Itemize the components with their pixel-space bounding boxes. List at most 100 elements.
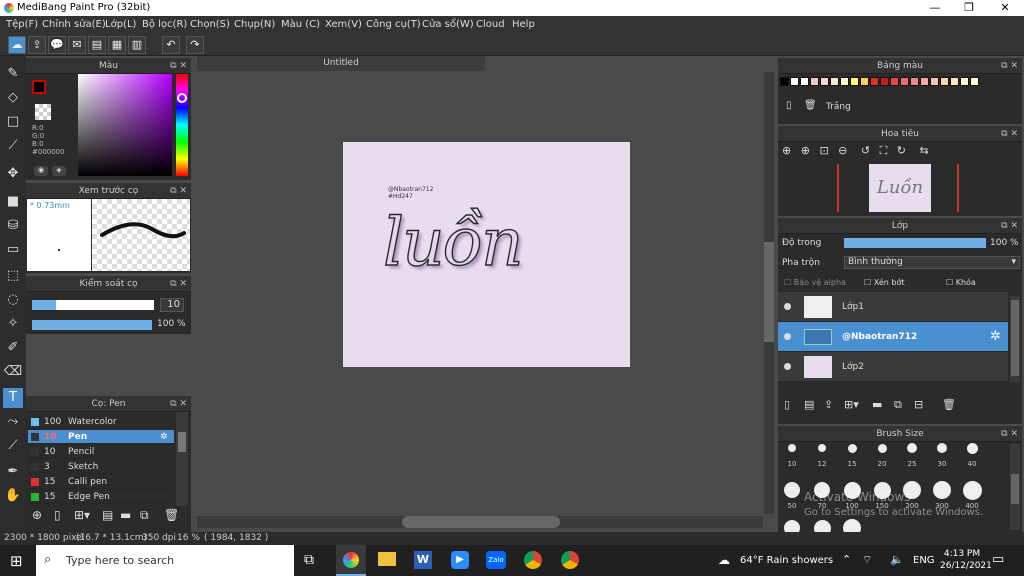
visibility-icon[interactable] bbox=[784, 363, 791, 370]
rotate-right-icon[interactable]: ↻ bbox=[897, 144, 906, 157]
upload-icon[interactable]: ⇪ bbox=[28, 36, 46, 54]
zalo-icon[interactable]: Zalo bbox=[486, 551, 506, 569]
menu-cloud[interactable]: Cloud bbox=[476, 19, 505, 30]
palette-swatch[interactable] bbox=[860, 77, 869, 86]
text-tool-icon[interactable]: T bbox=[3, 388, 23, 408]
zoom-app-icon[interactable]: ▶ bbox=[451, 551, 469, 569]
cloud-icon[interactable]: ☁ bbox=[8, 36, 26, 54]
brush-size-dot[interactable] bbox=[966, 442, 978, 454]
visibility-icon[interactable] bbox=[784, 303, 791, 310]
document-tab[interactable]: Untitled bbox=[197, 56, 485, 71]
brush-size-dot[interactable] bbox=[818, 444, 826, 452]
menu-tools[interactable]: Công cụ(T) bbox=[366, 19, 421, 30]
brush-tool-icon[interactable]: ✎ bbox=[3, 64, 23, 84]
comment-icon[interactable]: 💬 bbox=[48, 36, 66, 54]
table-icon[interactable]: ▥ bbox=[128, 36, 146, 54]
brush-size-dot[interactable] bbox=[877, 443, 887, 453]
select-rect-icon[interactable]: ⬚ bbox=[3, 266, 23, 286]
chrome-profile-icon[interactable] bbox=[561, 551, 579, 569]
canvas-vertical-scrollbar[interactable] bbox=[764, 72, 774, 514]
zoom-in-icon[interactable]: ⊕ bbox=[782, 144, 791, 157]
language-indicator[interactable]: ENG bbox=[913, 555, 935, 566]
notification-icon[interactable]: ▭ bbox=[992, 552, 1004, 567]
line-tool-icon[interactable]: ⟋ bbox=[3, 136, 23, 156]
network-icon[interactable]: ⌔ bbox=[862, 553, 872, 567]
delete-layer-icon[interactable]: 🗑 bbox=[942, 398, 956, 411]
foreground-color-swatch[interactable] bbox=[32, 80, 46, 94]
size-slider[interactable] bbox=[32, 300, 154, 310]
eraser-tool-icon[interactable]: ◇ bbox=[3, 88, 23, 108]
brush-size-scrollbar[interactable] bbox=[1010, 444, 1020, 530]
layer-scrollbar[interactable] bbox=[1010, 296, 1020, 382]
gear-icon[interactable]: ✲ bbox=[990, 322, 1001, 352]
palette-swatch[interactable] bbox=[830, 77, 839, 86]
menu-view[interactable]: Xem(V) bbox=[325, 19, 362, 30]
layer-row-selected[interactable]: @Nbaotran712 ✲ bbox=[778, 322, 1008, 352]
panel-controls-icon[interactable]: ⧉ ✕ bbox=[170, 276, 187, 292]
chat-icon[interactable]: ✉ bbox=[68, 36, 86, 54]
palette-swatch[interactable] bbox=[940, 77, 949, 86]
select-eraser-icon[interactable]: ⌫ bbox=[3, 362, 23, 382]
palette-delete-icon[interactable]: 🗑 bbox=[804, 100, 817, 111]
new-layer-icon[interactable]: ▯ bbox=[784, 398, 790, 411]
brush-list-item[interactable]: 3 Sketch bbox=[28, 460, 174, 474]
hand-tool-icon[interactable]: ✋ bbox=[3, 486, 23, 506]
pen-icon[interactable]: ✒ bbox=[3, 462, 23, 482]
palette-swatch[interactable] bbox=[790, 77, 799, 86]
close-button[interactable]: ✕ bbox=[988, 0, 1022, 16]
new-brush-icon[interactable]: ▯ bbox=[54, 508, 61, 522]
import-layer-icon[interactable]: ⇪ bbox=[824, 398, 833, 411]
hue-handle[interactable] bbox=[177, 93, 187, 103]
brush-menu-icon[interactable]: ⊞▾ bbox=[74, 508, 90, 522]
document-icon[interactable]: ▤ bbox=[88, 36, 106, 54]
grid-icon[interactable]: ▦ bbox=[108, 36, 126, 54]
panel-controls-icon[interactable]: ⧉ ✕ bbox=[1001, 218, 1018, 234]
size-value[interactable]: 10 bbox=[160, 298, 184, 312]
brush-folder-icon[interactable]: ▬ bbox=[120, 508, 131, 522]
palette-swatch[interactable] bbox=[840, 77, 849, 86]
palette-swatch[interactable] bbox=[870, 77, 879, 86]
panel-controls-icon[interactable]: ⧉ ✕ bbox=[1001, 58, 1018, 74]
add-layer-menu-icon[interactable]: ⊞▾ bbox=[844, 398, 859, 411]
magic-wand-icon[interactable]: ✧ bbox=[3, 314, 23, 334]
brush-size-dot[interactable] bbox=[784, 520, 800, 532]
operation-tool-icon[interactable]: ⤳ bbox=[3, 412, 23, 432]
menu-select[interactable]: Chọn(S) bbox=[190, 19, 230, 30]
brush-size-dot[interactable] bbox=[847, 443, 857, 453]
brush-list-item[interactable]: 100 Watercolor bbox=[28, 415, 174, 429]
brush-list-item[interactable]: 10 Pencil bbox=[28, 445, 174, 459]
bucket-tool-icon[interactable]: ⛁ bbox=[3, 216, 23, 236]
select-pen-icon[interactable]: ✐ bbox=[3, 338, 23, 358]
panel-controls-icon[interactable]: ⧉ ✕ bbox=[1001, 126, 1018, 142]
layer-row[interactable]: Lớp2 bbox=[778, 352, 1008, 382]
layer-row[interactable]: Lớp1 bbox=[778, 292, 1008, 322]
duplicate-icon[interactable]: ⧉ bbox=[894, 398, 902, 412]
palette-swatch[interactable] bbox=[920, 77, 929, 86]
menu-window[interactable]: Cửa sổ(W) bbox=[422, 19, 474, 30]
navigator-thumbnail[interactable]: Luồn bbox=[869, 164, 931, 212]
redo-icon[interactable]: ↷ bbox=[186, 36, 204, 54]
palette-swatch[interactable] bbox=[890, 77, 899, 86]
gradient-tool-icon[interactable]: ▭ bbox=[3, 240, 23, 260]
medibang-taskbar-button[interactable] bbox=[336, 545, 366, 576]
palette-swatch[interactable] bbox=[900, 77, 909, 86]
brush-list-scrollbar[interactable] bbox=[176, 412, 188, 506]
clip-checkbox[interactable]: ☐ Xén bớt bbox=[864, 278, 904, 287]
weather-text[interactable]: 64°F Rain showers bbox=[740, 555, 833, 566]
blend-mode-select[interactable]: Bình thường ▾ bbox=[844, 256, 1020, 269]
task-view-icon[interactable]: ⧉ bbox=[304, 552, 314, 568]
brush-copy-icon[interactable]: ▤ bbox=[102, 508, 113, 522]
gear-icon[interactable]: ✲ bbox=[160, 430, 168, 444]
palette-swatch[interactable] bbox=[780, 77, 789, 86]
palette-swatch[interactable] bbox=[810, 77, 819, 86]
menu-help[interactable]: Help bbox=[512, 19, 535, 30]
opacity-slider[interactable] bbox=[32, 320, 152, 330]
rectangle-tool-icon[interactable]: □ bbox=[3, 112, 23, 132]
transparent-color-swatch[interactable] bbox=[35, 104, 51, 120]
palette-swatch[interactable] bbox=[850, 77, 859, 86]
brush-size-dot[interactable] bbox=[962, 480, 982, 500]
brush-list-item[interactable]: 10 Pen ✲ bbox=[28, 430, 174, 444]
document-canvas[interactable]: @Nbaotran712 #Hd247 luồn bbox=[343, 142, 630, 367]
minimize-button[interactable]: — bbox=[918, 0, 952, 16]
fullscreen-icon[interactable]: ⛶ bbox=[880, 144, 888, 157]
